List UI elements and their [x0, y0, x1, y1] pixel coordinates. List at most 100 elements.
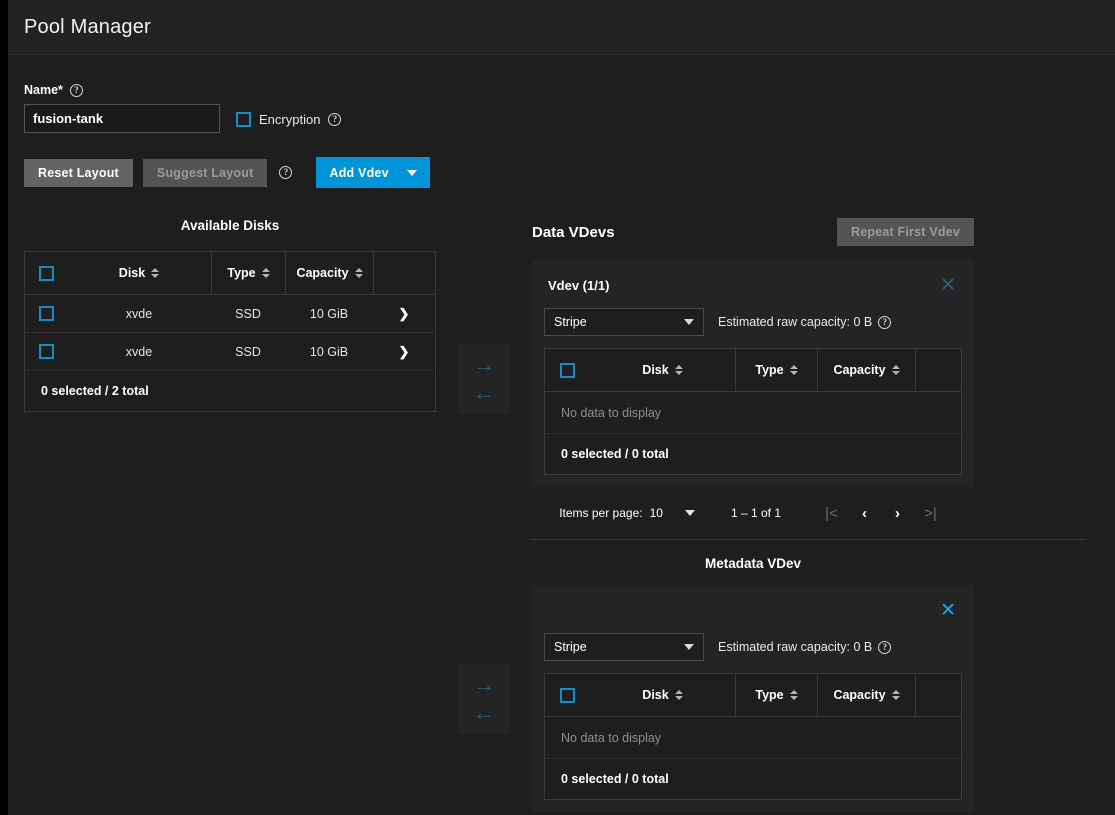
- metadata-vdev-table: Disk Type Capacity: [544, 673, 962, 800]
- data-vdev-panel: Vdev (1/1) ✕ Stripe Estimated raw capaci…: [532, 260, 974, 487]
- available-disks-column: Available Disks Disk Type Capac: [8, 218, 436, 812]
- metadata-vdev-layout-select[interactable]: Stripe: [544, 633, 704, 661]
- add-vdev-button[interactable]: Add Vdev: [316, 157, 429, 188]
- encryption-checkbox[interactable]: [236, 112, 251, 127]
- data-vdev-footer: 0 selected / 0 total: [545, 434, 961, 474]
- sort-icon[interactable]: [355, 268, 363, 278]
- close-icon[interactable]: ✕: [936, 276, 960, 295]
- cell-disk: xvde: [67, 333, 211, 370]
- column-header-capacity-label: Capacity: [296, 266, 348, 280]
- column-header-disk[interactable]: Disk: [590, 674, 735, 717]
- cell-capacity: 10 GiB: [285, 295, 373, 332]
- metadata-vdev-controls: Stripe Estimated raw capacity: 0 B ?: [544, 633, 962, 661]
- sort-icon[interactable]: [790, 365, 798, 375]
- column-header-disk-label: Disk: [642, 688, 668, 702]
- column-header-actions: [373, 252, 435, 295]
- data-vdevs-section: → ← Data VDevs Repeat First Vdev Vdev (1…: [436, 218, 1115, 539]
- previous-page-button[interactable]: ‹: [848, 506, 881, 521]
- data-vdev-table: Disk Type Capacity: [544, 348, 962, 475]
- vdev-paginator: Items per page: 10 1 – 1 of 1 |< ‹ › >|: [532, 487, 974, 539]
- sort-icon[interactable]: [151, 268, 159, 278]
- items-per-page-value[interactable]: 10: [650, 506, 663, 520]
- data-vdevs-title: Data VDevs: [532, 224, 615, 241]
- row-expand-cell[interactable]: ❯: [373, 295, 435, 332]
- metadata-vdev-footer: 0 selected / 0 total: [545, 759, 961, 799]
- data-vdev-layout-select[interactable]: Stripe: [544, 308, 704, 336]
- row-checkbox[interactable]: [39, 344, 54, 359]
- sort-icon[interactable]: [675, 690, 683, 700]
- sort-icon[interactable]: [262, 268, 270, 278]
- select-all-checkbox[interactable]: [560, 363, 575, 378]
- arrow-right-icon[interactable]: →: [473, 674, 495, 696]
- available-disks-title: Available Disks: [24, 218, 436, 233]
- capacity-help-icon[interactable]: ?: [878, 641, 891, 654]
- column-header-capacity[interactable]: Capacity: [817, 349, 915, 392]
- chevron-down-icon[interactable]: [685, 510, 695, 516]
- pool-name-input[interactable]: [24, 104, 220, 133]
- arrows-box: → ←: [457, 344, 511, 414]
- metadata-vdev-panel-header: ✕: [544, 597, 962, 623]
- select-all-checkbox[interactable]: [39, 266, 54, 281]
- close-icon[interactable]: ✕: [936, 601, 960, 620]
- metadata-vdev-panel: ✕ Stripe Estimated raw capacity: 0 B ?: [532, 585, 974, 812]
- row-checkbox[interactable]: [39, 306, 54, 321]
- metadata-vdev-title: Metadata VDev: [532, 540, 974, 585]
- sort-icon[interactable]: [790, 690, 798, 700]
- reset-layout-button[interactable]: Reset Layout: [24, 159, 133, 187]
- metadata-vdev-layout-value: Stripe: [554, 640, 587, 654]
- metadata-vdev-empty-message: No data to display: [545, 717, 961, 759]
- column-header-actions: [915, 349, 961, 392]
- arrow-left-icon[interactable]: ←: [473, 382, 495, 404]
- sort-icon[interactable]: [892, 365, 900, 375]
- name-label: Name*: [24, 83, 63, 97]
- row-expand-cell[interactable]: ❯: [373, 333, 435, 370]
- data-transfer-arrows: → ←: [436, 218, 532, 539]
- name-help-icon[interactable]: ?: [70, 84, 83, 97]
- select-all-checkbox[interactable]: [560, 688, 575, 703]
- select-all-header: [545, 674, 590, 717]
- app-header: Pool Manager: [8, 0, 1115, 55]
- column-header-capacity[interactable]: Capacity: [817, 674, 915, 717]
- table-row[interactable]: xvde SSD 10 GiB ❯: [25, 295, 435, 333]
- column-header-capacity[interactable]: Capacity: [285, 252, 373, 295]
- arrow-left-icon[interactable]: ←: [473, 702, 495, 724]
- repeat-first-vdev-button[interactable]: Repeat First Vdev: [837, 218, 974, 246]
- column-header-type[interactable]: Type: [735, 674, 817, 717]
- column-header-capacity-label: Capacity: [833, 363, 885, 377]
- data-vdev-estimated-capacity-label: Estimated raw capacity: 0 B: [718, 315, 872, 329]
- pool-manager-page: Pool Manager Name* ? Encryption ? Reset …: [8, 0, 1115, 815]
- capacity-help-icon[interactable]: ?: [878, 316, 891, 329]
- next-page-button[interactable]: ›: [881, 506, 914, 521]
- select-all-header: [25, 252, 67, 295]
- column-header-type[interactable]: Type: [735, 349, 817, 392]
- table-header-row: Disk Type Capacity: [545, 674, 961, 717]
- sort-icon[interactable]: [675, 365, 683, 375]
- cell-disk: xvde: [67, 295, 211, 332]
- column-header-disk-label: Disk: [119, 266, 145, 280]
- column-header-disk[interactable]: Disk: [590, 349, 735, 392]
- first-page-button[interactable]: |<: [815, 506, 848, 521]
- table-row[interactable]: xvde SSD 10 GiB ❯: [25, 333, 435, 371]
- column-header-type[interactable]: Type: [211, 252, 285, 295]
- layout-help-icon[interactable]: ?: [279, 166, 292, 179]
- sort-icon[interactable]: [892, 690, 900, 700]
- encryption-help-icon[interactable]: ?: [328, 113, 341, 126]
- last-page-button[interactable]: >|: [914, 506, 947, 521]
- vdevs-column: → ← Data VDevs Repeat First Vdev Vdev (1…: [436, 218, 1115, 812]
- cell-type: SSD: [211, 295, 285, 332]
- main-content: Available Disks Disk Type Capac: [8, 188, 1115, 812]
- page-range-label: 1 – 1 of 1: [731, 506, 781, 520]
- metadata-transfer-arrows: → ←: [436, 585, 532, 812]
- name-label-row: Name* ?: [24, 83, 1115, 97]
- data-vdev-layout-value: Stripe: [554, 315, 587, 329]
- suggest-layout-button[interactable]: Suggest Layout: [143, 159, 268, 187]
- column-header-disk[interactable]: Disk: [67, 252, 211, 295]
- arrow-right-icon[interactable]: →: [473, 354, 495, 376]
- row-select-cell: [25, 333, 67, 370]
- chevron-down-icon: [407, 170, 417, 176]
- column-header-disk-label: Disk: [642, 363, 668, 377]
- metadata-vdev-estimated-capacity-label: Estimated raw capacity: 0 B: [718, 640, 872, 654]
- chevron-down-icon: [684, 319, 694, 325]
- column-header-type-label: Type: [755, 363, 783, 377]
- data-vdevs-body: Data VDevs Repeat First Vdev Vdev (1/1) …: [532, 218, 974, 539]
